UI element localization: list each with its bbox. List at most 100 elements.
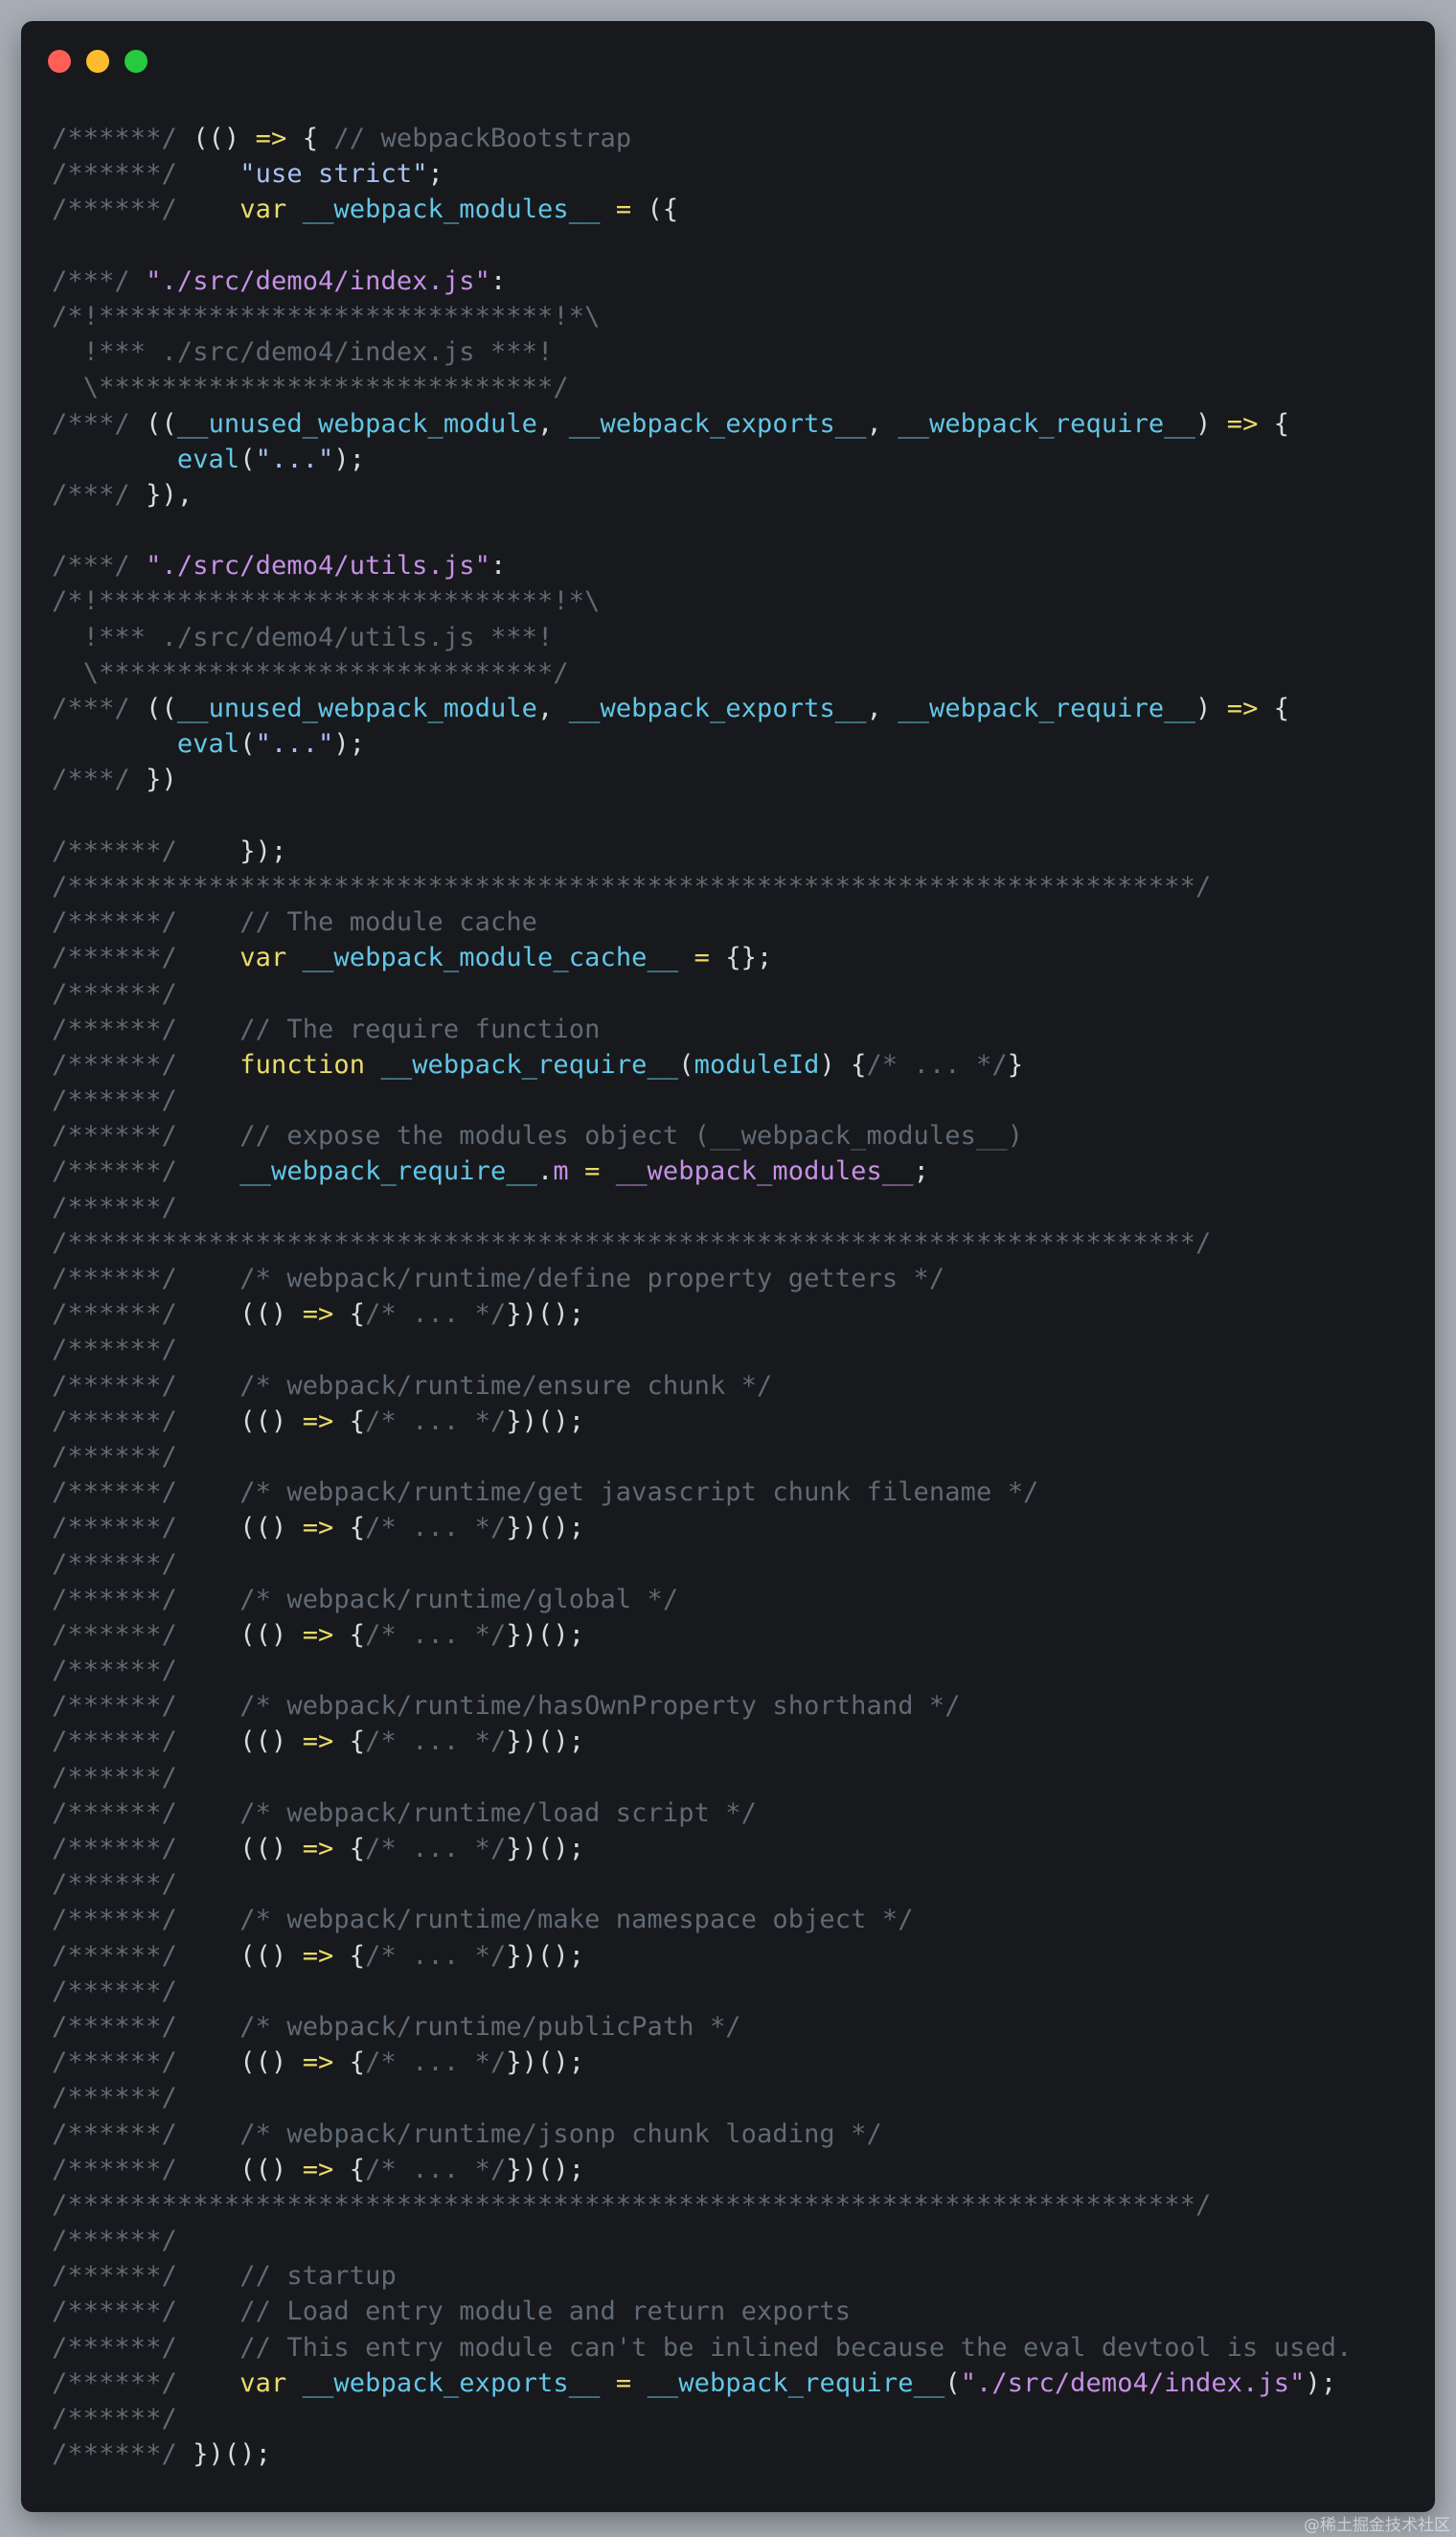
code-token: eval bbox=[176, 729, 240, 760]
code-token: ) bbox=[1195, 694, 1227, 723]
code-token: /* ... */ bbox=[866, 1049, 1008, 1080]
code-token: ( bbox=[239, 444, 256, 474]
code-token: /* ... */ bbox=[365, 1940, 507, 1971]
code-token: ); bbox=[333, 729, 366, 760]
code-token: /******/ bbox=[52, 1370, 193, 1401]
code-token: { bbox=[333, 1834, 366, 1863]
code-token: => bbox=[302, 2047, 334, 2078]
close-window-button[interactable] bbox=[48, 50, 71, 73]
code-line: /******/ (() => {/* ... */})(); bbox=[52, 2152, 1416, 2187]
code-token: /***************************************… bbox=[52, 1227, 1212, 1258]
code-token: (() bbox=[193, 1834, 303, 1863]
code-token: ; bbox=[913, 1156, 929, 1187]
code-token: "./src/demo4/index.js" bbox=[960, 2367, 1306, 2398]
code-token: // expose the modules object (__webpack_… bbox=[239, 1121, 1024, 1152]
minimize-window-button[interactable] bbox=[86, 50, 109, 73]
code-token: /******/ bbox=[52, 1691, 193, 1722]
code-token: (() bbox=[193, 2047, 303, 2078]
code-token: })(); bbox=[506, 1513, 585, 1543]
code-line: /******/ /* webpack/runtime/load script … bbox=[52, 1795, 1416, 1831]
code-token: var bbox=[239, 943, 287, 973]
code-token: /******/ bbox=[52, 1086, 177, 1116]
code-token: })(); bbox=[193, 2439, 271, 2470]
code-line: /******/ (() => {/* ... */})(); bbox=[52, 1617, 1416, 1653]
code-token: __webpack_exports__ bbox=[568, 694, 867, 723]
code-token: /* webpack/runtime/load script */ bbox=[239, 1797, 758, 1828]
code-token: => bbox=[302, 1834, 334, 1863]
code-token: /******/ bbox=[52, 835, 193, 866]
code-line: /***/ ((__unused_webpack_module, __webpa… bbox=[52, 406, 1416, 442]
code-token: ) { bbox=[819, 1049, 867, 1080]
code-token: }); bbox=[193, 835, 287, 866]
code-line: /******/ /* webpack/runtime/ensure chunk… bbox=[52, 1368, 1416, 1404]
code-token: (() bbox=[193, 124, 256, 153]
code-token: /* ... */ bbox=[365, 2154, 507, 2184]
code-token: })(); bbox=[506, 1834, 585, 1863]
code-line: /*!*****************************!*\ bbox=[52, 299, 1416, 334]
code-line: /******/ /* webpack/runtime/jsonp chunk … bbox=[52, 2116, 1416, 2152]
code-token: /***/ bbox=[52, 265, 147, 296]
code-line: /******/ // This entry module can't be i… bbox=[52, 2330, 1416, 2366]
code-token: => bbox=[1226, 408, 1259, 439]
code-token: . bbox=[537, 1156, 554, 1187]
code-token: __webpack_require__ bbox=[647, 2367, 945, 2398]
code-token: __webpack_module_cache__ bbox=[302, 943, 679, 973]
code-line: /***/ }), bbox=[52, 477, 1416, 513]
code-token: /* ... */ bbox=[365, 1299, 507, 1330]
code-token: (() bbox=[193, 1299, 303, 1330]
code-token: (() bbox=[193, 1940, 303, 1971]
code-token: /******/ bbox=[52, 1014, 193, 1044]
code-token: => bbox=[255, 124, 287, 153]
code-line: /******/ var __webpack_module_cache__ = … bbox=[52, 940, 1416, 975]
code-token: /******/ bbox=[52, 2261, 193, 2292]
code-token: } bbox=[1007, 1049, 1024, 1080]
code-line: /******/ // The require function bbox=[52, 1012, 1416, 1047]
code-token: /******/ bbox=[52, 1940, 193, 1971]
code-token: /******/ bbox=[52, 1121, 193, 1152]
code-line: /***************************************… bbox=[52, 869, 1416, 904]
code-line: /******/ bbox=[52, 1439, 1416, 1474]
code-token: /* webpack/runtime/define property gette… bbox=[239, 1264, 945, 1293]
code-line: /******/ }); bbox=[52, 834, 1416, 869]
code-token: => bbox=[302, 1940, 334, 1971]
code-token: /******/ bbox=[52, 2118, 193, 2149]
code-line: /***/ "./src/demo4/utils.js": bbox=[52, 548, 1416, 583]
code-token: { bbox=[333, 1406, 366, 1436]
code-token: (() bbox=[193, 1726, 303, 1757]
code-line: !*** ./src/demo4/utils.js ***! bbox=[52, 620, 1416, 655]
code-token: /* webpack/runtime/make namespace object… bbox=[239, 1905, 914, 1935]
code-token: /***************************************… bbox=[52, 871, 1212, 902]
code-token: /* ... */ bbox=[365, 1513, 507, 1543]
code-token: /******/ bbox=[52, 907, 193, 938]
code-token: /***************************************… bbox=[52, 2189, 1212, 2220]
code-token: })(); bbox=[506, 1299, 585, 1330]
code-token: })(); bbox=[506, 1406, 585, 1436]
code-token: /*!*****************************!*\ bbox=[52, 586, 601, 617]
code-token: /******/ bbox=[52, 1869, 177, 1900]
code-token: ; bbox=[427, 159, 444, 190]
code-token: ( bbox=[239, 729, 256, 760]
code-token: => bbox=[302, 2154, 334, 2184]
code-token: , bbox=[537, 694, 569, 723]
code-token: /******/ bbox=[52, 1584, 193, 1614]
code-line: /******/ /* webpack/runtime/publicPath *… bbox=[52, 2009, 1416, 2045]
code-token: { bbox=[333, 1940, 366, 1971]
code-token: /******/ bbox=[52, 2297, 193, 2327]
code-line: /***/ "./src/demo4/index.js": bbox=[52, 263, 1416, 299]
code-line: /******/ /* webpack/runtime/global */ bbox=[52, 1582, 1416, 1617]
code-token: // Load entry module and return exports bbox=[239, 2297, 852, 2327]
code-token: (( bbox=[146, 408, 177, 439]
code-line: /******/ bbox=[52, 1760, 1416, 1795]
maximize-window-button[interactable] bbox=[125, 50, 148, 73]
